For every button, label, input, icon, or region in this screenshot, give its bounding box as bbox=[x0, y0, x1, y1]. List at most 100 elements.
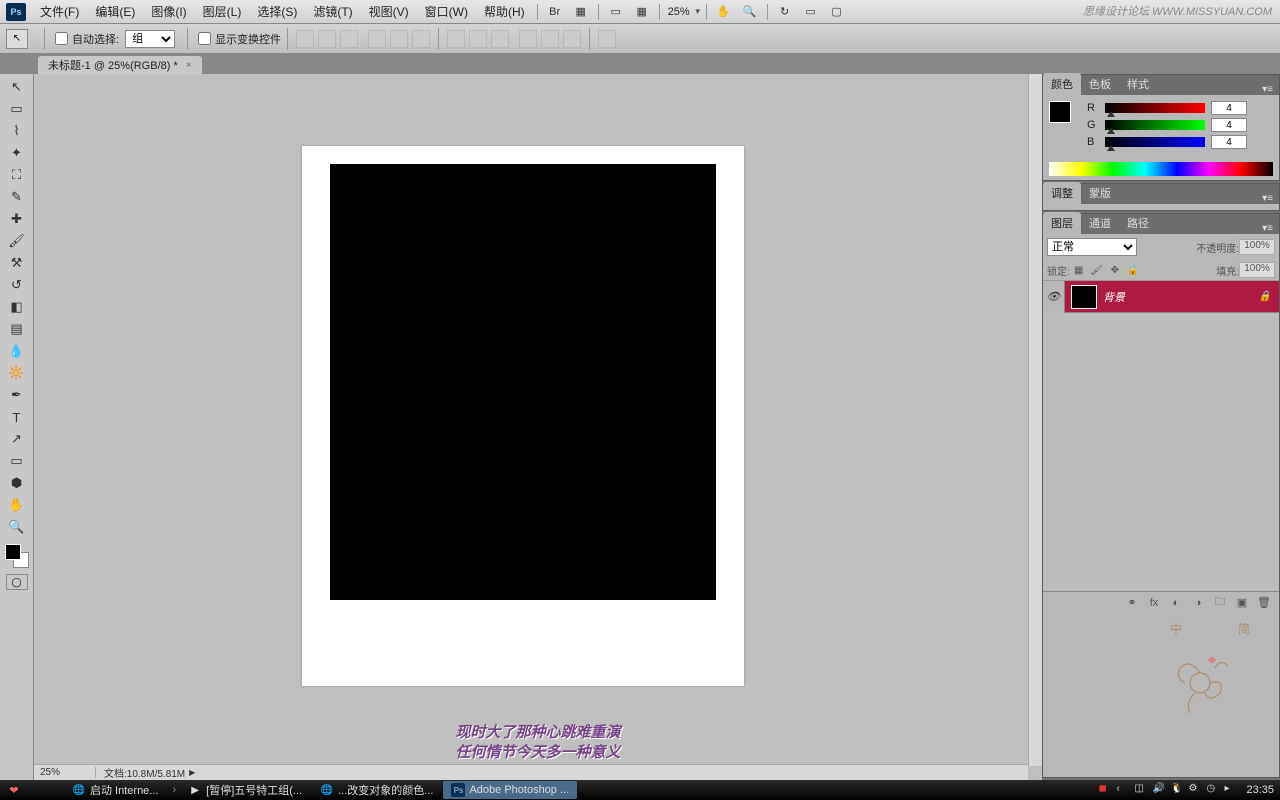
tray-icon[interactable]: ⚙ bbox=[1188, 783, 1202, 797]
path-select-tool[interactable]: ↗ bbox=[5, 428, 29, 450]
taskbar-item-active[interactable]: PsAdobe Photoshop ... bbox=[443, 781, 577, 799]
fill-value[interactable]: 100% bbox=[1239, 262, 1275, 278]
layer-mask-icon[interactable]: ◐ bbox=[1167, 595, 1185, 611]
tab-color[interactable]: 颜色 bbox=[1043, 73, 1081, 95]
brush-tool[interactable]: 🖌 bbox=[5, 230, 29, 252]
view-extras-icon[interactable]: ▭ bbox=[607, 4, 625, 20]
tab-layers[interactable]: 图层 bbox=[1043, 212, 1081, 234]
tray-icon[interactable]: ▸ bbox=[1224, 783, 1238, 797]
close-tab-icon[interactable]: × bbox=[186, 60, 192, 71]
quick-mask-icon[interactable]: ◯ bbox=[6, 574, 28, 590]
align-vcenter-icon[interactable] bbox=[318, 30, 336, 48]
color-preview[interactable] bbox=[1049, 101, 1079, 131]
distribute-right-icon[interactable] bbox=[563, 30, 581, 48]
tab-mask[interactable]: 蒙版 bbox=[1081, 182, 1119, 204]
lock-all-icon[interactable]: 🔒 bbox=[1126, 263, 1140, 277]
menu-select[interactable]: 选择(S) bbox=[249, 3, 305, 20]
hand-icon[interactable]: ✋ bbox=[715, 4, 733, 20]
auto-select-dropdown[interactable]: 组 bbox=[125, 30, 175, 48]
blur-tool[interactable]: 💧 bbox=[5, 340, 29, 362]
opacity-value[interactable]: 100% bbox=[1239, 239, 1275, 255]
taskbar-item[interactable]: 🌐启动 Interne... bbox=[64, 781, 166, 799]
clock[interactable]: 23:35 bbox=[1246, 784, 1274, 796]
current-tool-icon[interactable]: ↖ bbox=[6, 29, 28, 49]
color-swatch[interactable] bbox=[5, 544, 29, 568]
menu-view[interactable]: 视图(V) bbox=[361, 3, 417, 20]
tray-icon[interactable]: ◼ bbox=[1098, 783, 1112, 797]
layer-thumbnail[interactable] bbox=[1071, 285, 1097, 309]
menu-file[interactable]: 文件(F) bbox=[32, 3, 87, 20]
r-value[interactable] bbox=[1211, 101, 1247, 115]
tab-styles[interactable]: 样式 bbox=[1119, 73, 1157, 95]
quick-select-tool[interactable]: ✦ bbox=[5, 142, 29, 164]
new-group-icon[interactable]: 🗀 bbox=[1211, 595, 1229, 611]
tab-paths[interactable]: 路径 bbox=[1119, 212, 1157, 234]
adjustment-layer-icon[interactable]: ◑ bbox=[1189, 595, 1207, 611]
align-right-icon[interactable] bbox=[412, 30, 430, 48]
arrange-icon[interactable]: ▭ bbox=[802, 4, 820, 20]
color-spectrum[interactable] bbox=[1049, 162, 1273, 176]
gradient-tool[interactable]: ▤ bbox=[5, 318, 29, 340]
new-layer-icon[interactable]: ▣ bbox=[1233, 595, 1251, 611]
zoom-level[interactable]: 25% bbox=[664, 6, 694, 18]
lock-position-icon[interactable]: ✥ bbox=[1108, 263, 1122, 277]
menu-layer[interactable]: 图层(L) bbox=[195, 3, 250, 20]
panel-menu-icon[interactable]: ▾≡ bbox=[1256, 84, 1279, 95]
3d-tool[interactable]: ⬢ bbox=[5, 472, 29, 494]
visibility-toggle-icon[interactable]: 👁 bbox=[1043, 281, 1065, 313]
delete-layer-icon[interactable]: 🗑 bbox=[1255, 595, 1273, 611]
stamp-tool[interactable]: ⚒ bbox=[5, 252, 29, 274]
distribute-left-icon[interactable] bbox=[519, 30, 537, 48]
document-canvas[interactable] bbox=[302, 146, 744, 686]
tab-adjust[interactable]: 调整 bbox=[1043, 182, 1081, 204]
view-grid-icon[interactable]: ▦ bbox=[633, 4, 651, 20]
mini-bridge-icon[interactable]: ▦ bbox=[572, 4, 590, 20]
distribute-bottom-icon[interactable] bbox=[491, 30, 509, 48]
tray-icon[interactable]: ◷ bbox=[1206, 783, 1220, 797]
lock-transparency-icon[interactable]: ▦ bbox=[1072, 263, 1086, 277]
r-slider[interactable] bbox=[1105, 103, 1205, 113]
tray-icon[interactable]: ‹ bbox=[1116, 783, 1130, 797]
tray-volume-icon[interactable]: 🔊 bbox=[1152, 783, 1166, 797]
vertical-scrollbar[interactable] bbox=[1028, 74, 1042, 766]
menu-edit[interactable]: 编辑(E) bbox=[87, 3, 143, 20]
eyedropper-tool[interactable]: ✎ bbox=[5, 186, 29, 208]
dodge-tool[interactable]: 🔆 bbox=[5, 362, 29, 384]
start-icon[interactable]: ❤ bbox=[4, 782, 24, 798]
panel-menu-icon[interactable]: ▾≡ bbox=[1256, 193, 1279, 204]
marquee-tool[interactable]: ▭ bbox=[5, 98, 29, 120]
layer-fx-icon[interactable]: fx bbox=[1145, 595, 1163, 611]
bridge-icon[interactable]: Br bbox=[546, 4, 564, 20]
lock-pixels-icon[interactable]: 🖌 bbox=[1090, 263, 1104, 277]
taskbar-item[interactable]: 🌐...改变对象的颜色... bbox=[312, 781, 441, 799]
document-tab[interactable]: 未标题-1 @ 25%(RGB/8) * × bbox=[38, 56, 202, 74]
type-tool[interactable]: T bbox=[5, 406, 29, 428]
healing-tool[interactable]: ✚ bbox=[5, 208, 29, 230]
history-brush-tool[interactable]: ↺ bbox=[5, 274, 29, 296]
tray-network-icon[interactable]: ◫ bbox=[1134, 783, 1148, 797]
hand-tool[interactable]: ✋ bbox=[5, 494, 29, 516]
tray-icon[interactable]: 🐧 bbox=[1170, 783, 1184, 797]
crop-tool[interactable]: ⛶ bbox=[5, 164, 29, 186]
foreground-color-swatch[interactable] bbox=[5, 544, 21, 560]
align-left-icon[interactable] bbox=[368, 30, 386, 48]
menu-image[interactable]: 图像(I) bbox=[143, 3, 194, 20]
screen-mode-icon[interactable]: ▢ bbox=[828, 4, 846, 20]
move-tool[interactable]: ↖ bbox=[5, 76, 29, 98]
distribute-vcenter-icon[interactable] bbox=[469, 30, 487, 48]
g-slider[interactable] bbox=[1105, 120, 1205, 130]
auto-select-checkbox[interactable] bbox=[55, 32, 68, 45]
eraser-tool[interactable]: ◧ bbox=[5, 296, 29, 318]
align-hcenter-icon[interactable] bbox=[390, 30, 408, 48]
menu-window[interactable]: 窗口(W) bbox=[417, 3, 476, 20]
distribute-hcenter-icon[interactable] bbox=[541, 30, 559, 48]
tab-swatches[interactable]: 色板 bbox=[1081, 73, 1119, 95]
show-transform-checkbox[interactable] bbox=[198, 32, 211, 45]
b-value[interactable] bbox=[1211, 135, 1247, 149]
pen-tool[interactable]: ✒ bbox=[5, 384, 29, 406]
menu-filter[interactable]: 滤镜(T) bbox=[305, 3, 360, 20]
link-layers-icon[interactable]: ⚭ bbox=[1123, 595, 1141, 611]
status-doc-info[interactable]: 文档:10.8M/5.81M bbox=[96, 765, 185, 780]
blend-mode-dropdown[interactable]: 正常 bbox=[1047, 238, 1137, 256]
status-zoom[interactable]: 25% bbox=[40, 767, 96, 778]
